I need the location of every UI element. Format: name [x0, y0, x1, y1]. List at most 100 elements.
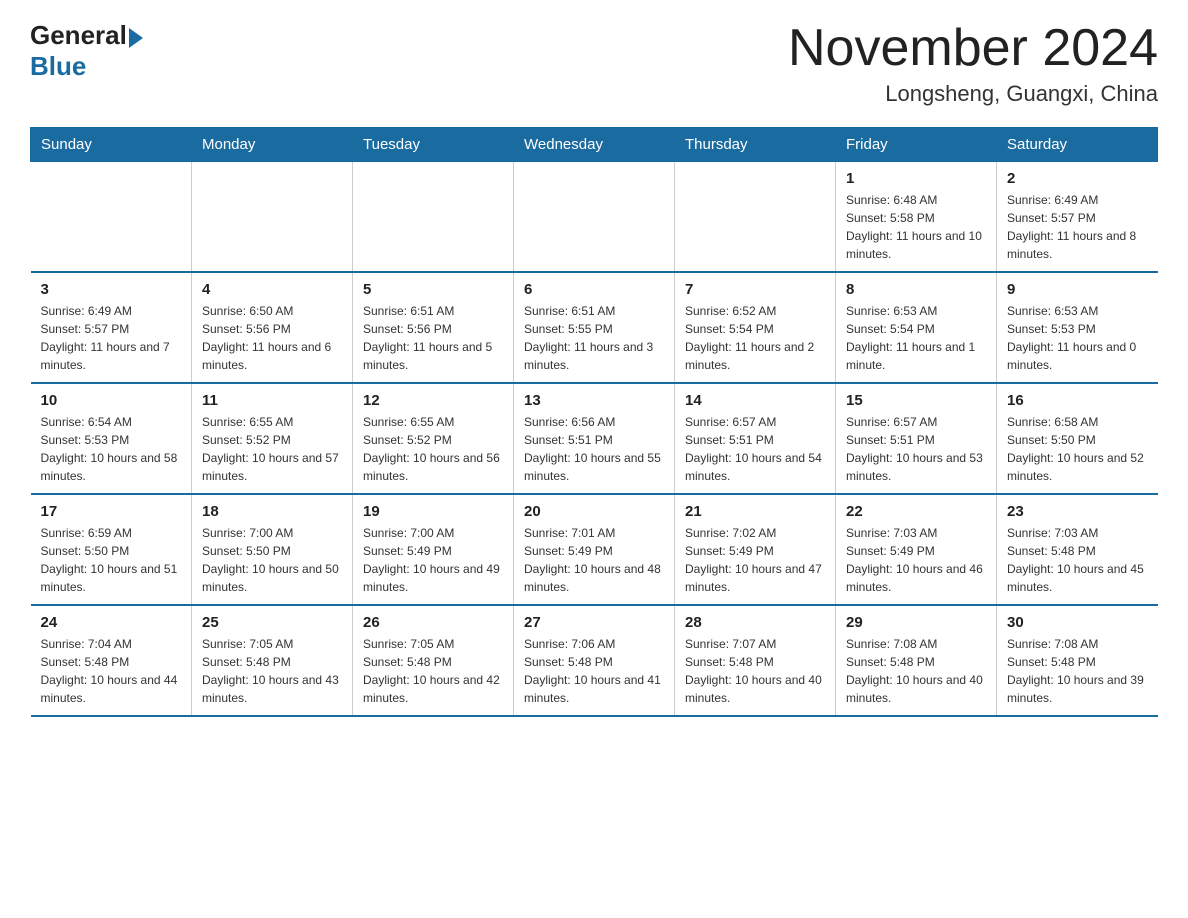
calendar-cell: 27 Sunrise: 7:06 AM Sunset: 5:48 PM Dayli…: [514, 605, 675, 716]
day-info: Sunrise: 6:55 AM Sunset: 5:52 PM Dayligh…: [363, 413, 503, 485]
calendar-cell: [353, 162, 514, 273]
day-info: Sunrise: 6:49 AM Sunset: 5:57 PM Dayligh…: [1007, 191, 1148, 263]
calendar-week-row: 24 Sunrise: 7:04 AM Sunset: 5:48 PM Dayli…: [31, 605, 1158, 716]
calendar-cell: 6 Sunrise: 6:51 AM Sunset: 5:55 PM Daylig…: [514, 272, 675, 383]
day-number: 10: [41, 392, 182, 409]
logo-blue-text: Blue: [30, 51, 86, 82]
day-number: 23: [1007, 503, 1148, 520]
calendar-subtitle: Longsheng, Guangxi, China: [788, 81, 1158, 107]
day-info: Sunrise: 6:59 AM Sunset: 5:50 PM Dayligh…: [41, 524, 182, 596]
day-of-week-header: Wednesday: [514, 128, 675, 162]
calendar-body: 1 Sunrise: 6:48 AM Sunset: 5:58 PM Daylig…: [31, 162, 1158, 717]
day-number: 18: [202, 503, 342, 520]
calendar-cell: 9 Sunrise: 6:53 AM Sunset: 5:53 PM Daylig…: [997, 272, 1158, 383]
day-of-week-header: Thursday: [675, 128, 836, 162]
day-info: Sunrise: 7:04 AM Sunset: 5:48 PM Dayligh…: [41, 635, 182, 707]
calendar-cell: [192, 162, 353, 273]
day-number: 25: [202, 614, 342, 631]
page-header: General Blue November 2024 Longsheng, Gu…: [30, 20, 1158, 107]
calendar-cell: 12 Sunrise: 6:55 AM Sunset: 5:52 PM Dayli…: [353, 383, 514, 494]
calendar-cell: 10 Sunrise: 6:54 AM Sunset: 5:53 PM Dayli…: [31, 383, 192, 494]
calendar-cell: 24 Sunrise: 7:04 AM Sunset: 5:48 PM Dayli…: [31, 605, 192, 716]
title-block: November 2024 Longsheng, Guangxi, China: [788, 20, 1158, 107]
day-info: Sunrise: 6:57 AM Sunset: 5:51 PM Dayligh…: [846, 413, 986, 485]
day-number: 3: [41, 281, 182, 298]
calendar-cell: 13Sunrise: 6:56 AM Sunset: 5:51 PM Dayli…: [514, 383, 675, 494]
day-number: 5: [363, 281, 503, 298]
calendar-cell: 5 Sunrise: 6:51 AM Sunset: 5:56 PM Daylig…: [353, 272, 514, 383]
calendar-cell: 4 Sunrise: 6:50 AM Sunset: 5:56 PM Daylig…: [192, 272, 353, 383]
days-of-week-row: SundayMondayTuesdayWednesdayThursdayFrid…: [31, 128, 1158, 162]
logo-general-text: General: [30, 20, 127, 51]
calendar-cell: 30Sunrise: 7:08 AM Sunset: 5:48 PM Dayli…: [997, 605, 1158, 716]
day-number: 14: [685, 392, 825, 409]
day-number: 17: [41, 503, 182, 520]
day-info: Sunrise: 7:03 AM Sunset: 5:48 PM Dayligh…: [1007, 524, 1148, 596]
day-info: Sunrise: 6:50 AM Sunset: 5:56 PM Dayligh…: [202, 302, 342, 374]
calendar-cell: 17 Sunrise: 6:59 AM Sunset: 5:50 PM Dayli…: [31, 494, 192, 605]
day-info: Sunrise: 7:01 AM Sunset: 5:49 PM Dayligh…: [524, 524, 664, 596]
day-number: 29: [846, 614, 986, 631]
day-number: 11: [202, 392, 342, 409]
day-number: 4: [202, 281, 342, 298]
calendar-week-row: 10 Sunrise: 6:54 AM Sunset: 5:53 PM Dayli…: [31, 383, 1158, 494]
day-info: Sunrise: 7:02 AM Sunset: 5:49 PM Dayligh…: [685, 524, 825, 596]
day-info: Sunrise: 6:49 AM Sunset: 5:57 PM Dayligh…: [41, 302, 182, 374]
day-number: 28: [685, 614, 825, 631]
day-info: Sunrise: 6:56 AM Sunset: 5:51 PM Dayligh…: [524, 413, 664, 485]
day-number: 12: [363, 392, 503, 409]
day-info: Sunrise: 7:05 AM Sunset: 5:48 PM Dayligh…: [363, 635, 503, 707]
calendar-cell: 16Sunrise: 6:58 AM Sunset: 5:50 PM Dayli…: [997, 383, 1158, 494]
day-info: Sunrise: 6:58 AM Sunset: 5:50 PM Dayligh…: [1007, 413, 1148, 485]
calendar-cell: 29 Sunrise: 7:08 AM Sunset: 5:48 PM Dayli…: [836, 605, 997, 716]
logo: General Blue: [30, 20, 143, 82]
day-of-week-header: Tuesday: [353, 128, 514, 162]
calendar-cell: 26 Sunrise: 7:05 AM Sunset: 5:48 PM Dayli…: [353, 605, 514, 716]
calendar-cell: [514, 162, 675, 273]
day-info: Sunrise: 7:03 AM Sunset: 5:49 PM Dayligh…: [846, 524, 986, 596]
day-of-week-header: Sunday: [31, 128, 192, 162]
logo-arrow-icon: [129, 28, 143, 48]
calendar-week-row: 17 Sunrise: 6:59 AM Sunset: 5:50 PM Dayli…: [31, 494, 1158, 605]
calendar-cell: 1 Sunrise: 6:48 AM Sunset: 5:58 PM Daylig…: [836, 162, 997, 273]
calendar-week-row: 1 Sunrise: 6:48 AM Sunset: 5:58 PM Daylig…: [31, 162, 1158, 273]
calendar-cell: 8Sunrise: 6:53 AM Sunset: 5:54 PM Daylig…: [836, 272, 997, 383]
calendar-cell: 14Sunrise: 6:57 AM Sunset: 5:51 PM Dayli…: [675, 383, 836, 494]
day-number: 27: [524, 614, 664, 631]
day-number: 24: [41, 614, 182, 631]
calendar-week-row: 3 Sunrise: 6:49 AM Sunset: 5:57 PM Daylig…: [31, 272, 1158, 383]
day-number: 26: [363, 614, 503, 631]
day-number: 7: [685, 281, 825, 298]
day-info: Sunrise: 7:05 AM Sunset: 5:48 PM Dayligh…: [202, 635, 342, 707]
day-info: Sunrise: 6:53 AM Sunset: 5:54 PM Dayligh…: [846, 302, 986, 374]
day-info: Sunrise: 7:08 AM Sunset: 5:48 PM Dayligh…: [846, 635, 986, 707]
calendar-cell: 23 Sunrise: 7:03 AM Sunset: 5:48 PM Dayli…: [997, 494, 1158, 605]
calendar-cell: 19Sunrise: 7:00 AM Sunset: 5:49 PM Dayli…: [353, 494, 514, 605]
day-number: 1: [846, 170, 986, 187]
day-number: 30: [1007, 614, 1148, 631]
calendar-cell: 21Sunrise: 7:02 AM Sunset: 5:49 PM Dayli…: [675, 494, 836, 605]
calendar-cell: 15Sunrise: 6:57 AM Sunset: 5:51 PM Dayli…: [836, 383, 997, 494]
day-info: Sunrise: 6:52 AM Sunset: 5:54 PM Dayligh…: [685, 302, 825, 374]
day-info: Sunrise: 7:06 AM Sunset: 5:48 PM Dayligh…: [524, 635, 664, 707]
calendar-cell: 28Sunrise: 7:07 AM Sunset: 5:48 PM Dayli…: [675, 605, 836, 716]
day-info: Sunrise: 7:00 AM Sunset: 5:50 PM Dayligh…: [202, 524, 342, 596]
calendar-header: SundayMondayTuesdayWednesdayThursdayFrid…: [31, 128, 1158, 162]
day-info: Sunrise: 6:51 AM Sunset: 5:55 PM Dayligh…: [524, 302, 664, 374]
day-info: Sunrise: 6:53 AM Sunset: 5:53 PM Dayligh…: [1007, 302, 1148, 374]
day-number: 6: [524, 281, 664, 298]
day-of-week-header: Friday: [836, 128, 997, 162]
day-number: 2: [1007, 170, 1148, 187]
day-info: Sunrise: 6:51 AM Sunset: 5:56 PM Dayligh…: [363, 302, 503, 374]
day-of-week-header: Monday: [192, 128, 353, 162]
day-number: 9: [1007, 281, 1148, 298]
calendar-cell: 22Sunrise: 7:03 AM Sunset: 5:49 PM Dayli…: [836, 494, 997, 605]
day-info: Sunrise: 6:55 AM Sunset: 5:52 PM Dayligh…: [202, 413, 342, 485]
calendar-cell: 20Sunrise: 7:01 AM Sunset: 5:49 PM Dayli…: [514, 494, 675, 605]
calendar-cell: 18 Sunrise: 7:00 AM Sunset: 5:50 PM Dayli…: [192, 494, 353, 605]
calendar-table: SundayMondayTuesdayWednesdayThursdayFrid…: [30, 127, 1158, 717]
day-of-week-header: Saturday: [997, 128, 1158, 162]
day-info: Sunrise: 6:54 AM Sunset: 5:53 PM Dayligh…: [41, 413, 182, 485]
day-info: Sunrise: 6:48 AM Sunset: 5:58 PM Dayligh…: [846, 191, 986, 263]
calendar-cell: 11 Sunrise: 6:55 AM Sunset: 5:52 PM Dayli…: [192, 383, 353, 494]
